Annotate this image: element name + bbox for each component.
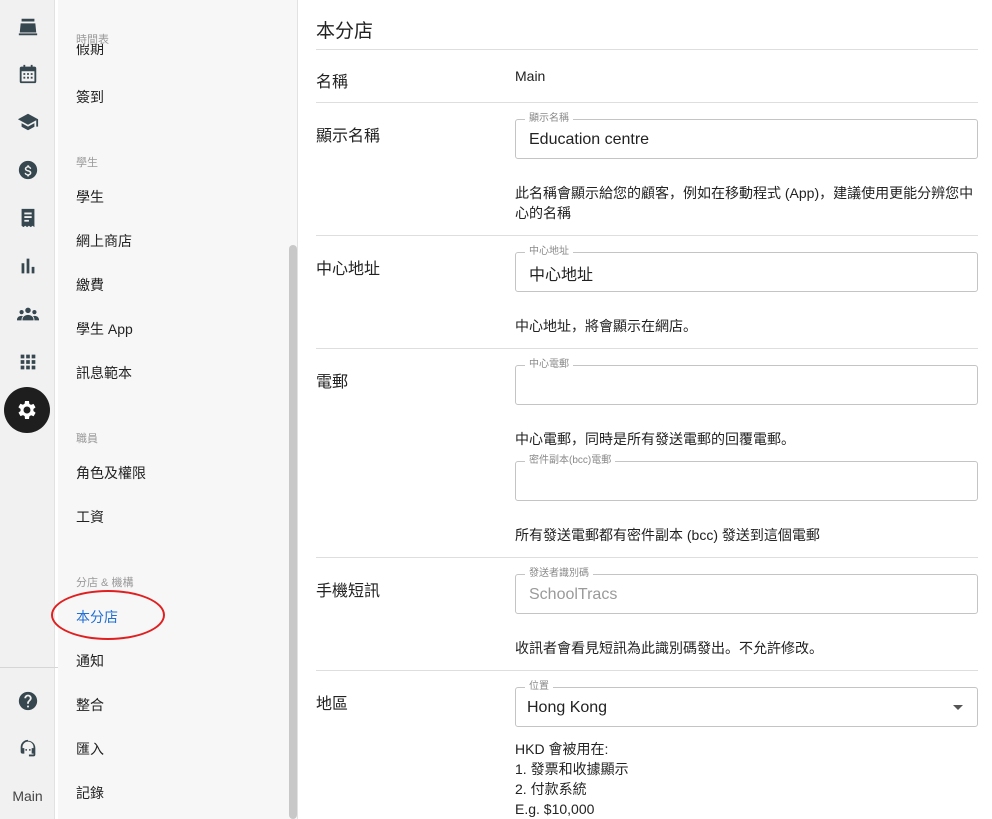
bcc-email-help: 所有發送電郵都有密件副本 (bcc) 發送到這個電郵 [515,527,820,543]
dollar-icon[interactable] [0,154,55,186]
section-staff: 職員 [76,433,98,445]
receipt-icon[interactable] [0,202,55,234]
help-icon[interactable] [0,685,55,717]
page-title: 本分店 [316,21,374,42]
divider [316,670,978,671]
email-field[interactable]: 中心電郵 [515,359,978,405]
email-field-label: 中心電郵 [525,359,573,371]
display-name-field-label: 顯示名稱 [525,113,573,125]
graduation-cap-icon[interactable] [0,106,55,138]
nav-item-this-branch[interactable]: 本分店 [76,607,118,627]
calendar-icon[interactable] [0,58,55,90]
email-label: 電郵 [316,374,349,391]
sender-id-field: 發送者識別碼 [515,568,978,614]
support-agent-icon[interactable] [0,733,55,765]
display-name-input[interactable] [529,129,949,151]
branch-label[interactable]: Main [0,788,55,804]
address-field-label: 中心地址 [525,246,573,258]
settings-icon[interactable] [4,387,50,433]
bcc-email-field-label: 密件副本(bcc)電郵 [525,455,616,467]
nav-item-payment[interactable]: 繳費 [76,275,104,295]
branch-settings-panel: 本分店 名稱 Main 顯示名稱 顯示名稱 此名稱會顯示給您的顧客，例如在移動程… [298,0,992,819]
nav-item-log[interactable]: 記錄 [76,783,104,803]
nav-item-payroll[interactable]: 工資 [76,507,104,527]
name-label: 名稱 [316,74,349,91]
sender-id-input [529,584,949,606]
sms-help: 收訊者會看見短訊為此識別碼發出。不允許修改。 [515,640,823,656]
location-select-label: 位置 [525,681,553,693]
nav-item-message-template[interactable]: 訊息範本 [76,363,132,383]
bcc-email-field[interactable]: 密件副本(bcc)電郵 [515,455,978,501]
sms-label: 手機短訊 [316,583,381,600]
divider [316,348,978,349]
display-name-field[interactable]: 顯示名稱 [515,113,978,159]
address-label: 中心地址 [316,261,381,278]
section-branch: 分店 & 機構 [76,577,134,589]
group-icon[interactable] [0,298,55,330]
address-help: 中心地址，將會顯示在網店。 [515,318,697,334]
bar-chart-icon[interactable] [0,250,55,282]
nav-item-students[interactable]: 學生 [76,187,104,207]
nav-item-online-shop[interactable]: 網上商店 [76,231,132,251]
settings-subnav: 時間表 假期 簽到 學生 學生 網上商店 繳費 學生 App 訊息範本 職員 角… [51,0,298,819]
nav-item-import[interactable]: 匯入 [76,739,104,759]
cash-register-icon[interactable] [0,11,55,43]
address-field[interactable]: 中心地址 [515,246,978,292]
region-help-line: 2. 付款系統 [515,781,587,797]
display-name-label: 顯示名稱 [316,128,381,145]
icon-rail: Main [0,0,58,819]
name-value: Main [515,68,546,84]
divider [316,102,978,103]
apps-grid-icon[interactable] [0,346,55,378]
email-help: 中心電郵，同時是所有發送電郵的回覆電郵。 [515,431,795,447]
sender-id-field-label: 發送者識別碼 [525,568,593,580]
nav-item-integration[interactable]: 整合 [76,695,104,715]
region-help-line: HKD 會被用在: [515,741,609,757]
address-input[interactable] [529,262,949,284]
chevron-down-icon[interactable] [953,705,963,710]
divider [316,557,978,558]
nav-item-check-in[interactable]: 簽到 [76,87,104,107]
nav-item-holidays[interactable]: 假期 [76,44,104,56]
subnav-scrollbar[interactable] [289,245,297,819]
divider [316,235,978,236]
nav-item-notifications[interactable]: 通知 [76,651,104,671]
region-help-line: 1. 發票和收據顯示 [515,761,629,777]
region-label: 地區 [316,696,349,713]
bcc-email-input[interactable] [529,471,949,493]
nav-item-roles[interactable]: 角色及權限 [76,463,146,483]
location-select-value: Hong Kong [527,699,608,716]
section-students: 學生 [76,157,98,169]
display-name-help: 此名稱會顯示給您的顧客，例如在移動程式 (App)，建議使用更能分辨您中心的名稱 [515,185,974,221]
email-input[interactable] [529,375,949,397]
divider [316,49,978,50]
location-select[interactable]: 位置 Hong Kong [515,681,978,727]
region-help-line: E.g. $10,000 [515,801,595,817]
rail-divider [0,667,58,668]
nav-item-student-app[interactable]: 學生 App [76,319,133,339]
